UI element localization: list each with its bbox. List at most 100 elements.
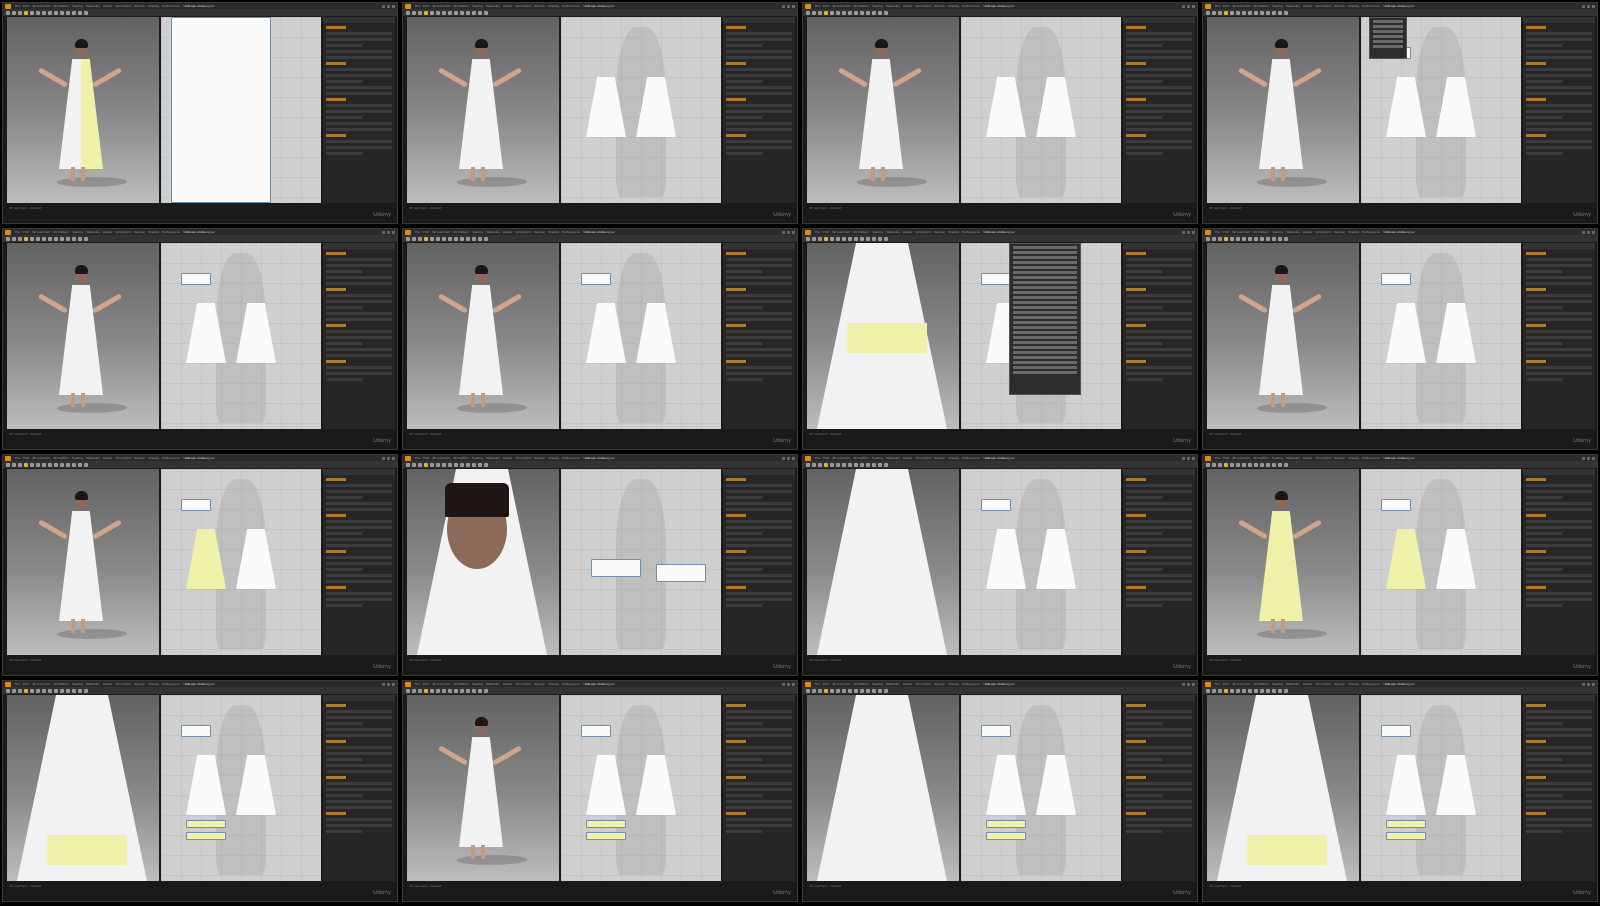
viewport-3d[interactable] <box>7 17 159 203</box>
property-row[interactable] <box>1526 300 1592 303</box>
property-row[interactable] <box>1526 532 1562 535</box>
property-row[interactable] <box>1126 32 1192 35</box>
property-row[interactable] <box>726 252 746 255</box>
garment[interactable] <box>1259 511 1303 621</box>
property-row[interactable] <box>1126 586 1146 589</box>
property-editor[interactable] <box>323 243 395 429</box>
tool-icon[interactable] <box>1278 10 1282 15</box>
property-row[interactable] <box>726 764 792 767</box>
tool-icon[interactable] <box>72 688 76 693</box>
tool-icon[interactable] <box>1230 688 1234 693</box>
menu-item[interactable]: Materials <box>1286 230 1300 235</box>
tool-icon[interactable] <box>830 462 834 467</box>
menu-item[interactable]: Sewing <box>472 682 483 687</box>
menu-item[interactable]: Sewing <box>72 4 83 9</box>
menu-item[interactable]: Preferences <box>962 230 980 235</box>
tool-icon[interactable] <box>78 10 82 15</box>
tool-icon[interactable] <box>436 688 440 693</box>
property-editor[interactable] <box>1523 17 1595 203</box>
context-menu-item[interactable] <box>1013 246 1077 249</box>
tool-icon[interactable] <box>866 462 870 467</box>
menu-item[interactable]: Preferences <box>162 456 180 461</box>
property-row[interactable] <box>1526 568 1562 571</box>
tool-icon[interactable] <box>436 462 440 467</box>
menu-item[interactable]: Render <box>135 4 146 9</box>
property-row[interactable] <box>1126 520 1192 523</box>
property-row[interactable] <box>1126 306 1162 309</box>
property-row[interactable] <box>1126 806 1192 809</box>
menu-item[interactable]: Render <box>935 4 946 9</box>
property-row[interactable] <box>1126 484 1192 487</box>
property-row[interactable] <box>726 722 762 725</box>
property-row[interactable] <box>1526 80 1562 83</box>
property-row[interactable] <box>726 746 792 749</box>
tool-icon[interactable] <box>478 10 482 15</box>
pattern-piece[interactable] <box>591 559 641 577</box>
tool-icon[interactable] <box>424 688 428 693</box>
close-icon[interactable] <box>1192 4 1195 8</box>
menu-item[interactable]: Display <box>1348 456 1359 461</box>
context-menu-item[interactable] <box>1013 281 1077 284</box>
tool-icon[interactable] <box>442 688 446 693</box>
tool-icon[interactable] <box>54 688 58 693</box>
tool-icon[interactable] <box>12 462 16 467</box>
pattern-piece[interactable] <box>1381 499 1411 511</box>
property-row[interactable] <box>726 152 762 155</box>
viewport-2d[interactable] <box>1361 243 1521 429</box>
tool-icon[interactable] <box>448 10 452 15</box>
menu-item[interactable]: 3D Garment <box>32 682 50 687</box>
tool-icon[interactable] <box>1248 688 1252 693</box>
tool-icon[interactable] <box>472 688 476 693</box>
menu-item[interactable]: Render <box>135 230 146 235</box>
property-row[interactable] <box>1126 740 1146 743</box>
close-icon[interactable] <box>392 230 395 234</box>
property-row[interactable] <box>326 484 392 487</box>
property-row[interactable] <box>326 294 392 297</box>
menu-item[interactable]: Sewing <box>472 4 483 9</box>
menu-item[interactable]: Display <box>948 4 959 9</box>
property-row[interactable] <box>726 824 792 827</box>
menu-item[interactable]: Sewing <box>472 230 483 235</box>
tool-icon[interactable] <box>878 688 882 693</box>
property-row[interactable] <box>326 604 362 607</box>
tool-icon[interactable] <box>1242 10 1246 15</box>
garment[interactable] <box>59 511 103 621</box>
property-row[interactable] <box>1526 794 1562 797</box>
viewport-3d[interactable] <box>807 469 959 655</box>
property-row[interactable] <box>1126 508 1192 511</box>
property-row[interactable] <box>326 330 392 333</box>
property-row[interactable] <box>326 716 392 719</box>
menu-item[interactable]: Render <box>935 456 946 461</box>
property-row[interactable] <box>1126 56 1192 59</box>
tool-icon[interactable] <box>1272 10 1276 15</box>
property-row[interactable] <box>1526 544 1592 547</box>
tool-icon[interactable] <box>1212 462 1216 467</box>
menu-item[interactable]: Materials <box>486 4 500 9</box>
menu-item[interactable]: Display <box>148 230 159 235</box>
menu-item[interactable]: 2D Pattern <box>453 456 469 461</box>
close-icon[interactable] <box>792 230 795 234</box>
menu-item[interactable]: 2D Pattern <box>53 682 69 687</box>
context-menu-item[interactable] <box>1013 331 1077 334</box>
property-row[interactable] <box>1126 44 1162 47</box>
tool-icon[interactable] <box>442 10 446 15</box>
close-icon[interactable] <box>1592 230 1595 234</box>
property-row[interactable] <box>726 26 746 29</box>
property-row[interactable] <box>326 68 392 71</box>
property-row[interactable] <box>1126 104 1192 107</box>
tool-icon[interactable] <box>72 462 76 467</box>
tool-icon[interactable] <box>1272 236 1276 241</box>
property-row[interactable] <box>1526 740 1546 743</box>
property-row[interactable] <box>1526 788 1592 791</box>
menu-item[interactable]: 3D Garment <box>32 4 50 9</box>
property-row[interactable] <box>1126 372 1192 375</box>
property-row[interactable] <box>1526 366 1592 369</box>
property-row[interactable] <box>1526 122 1592 125</box>
tool-icon[interactable] <box>24 236 28 241</box>
minimize-icon[interactable] <box>1582 4 1585 8</box>
property-row[interactable] <box>326 794 362 797</box>
property-editor[interactable] <box>323 17 395 203</box>
tool-icon[interactable] <box>1278 462 1282 467</box>
property-row[interactable] <box>326 324 346 327</box>
tool-icon[interactable] <box>866 10 870 15</box>
